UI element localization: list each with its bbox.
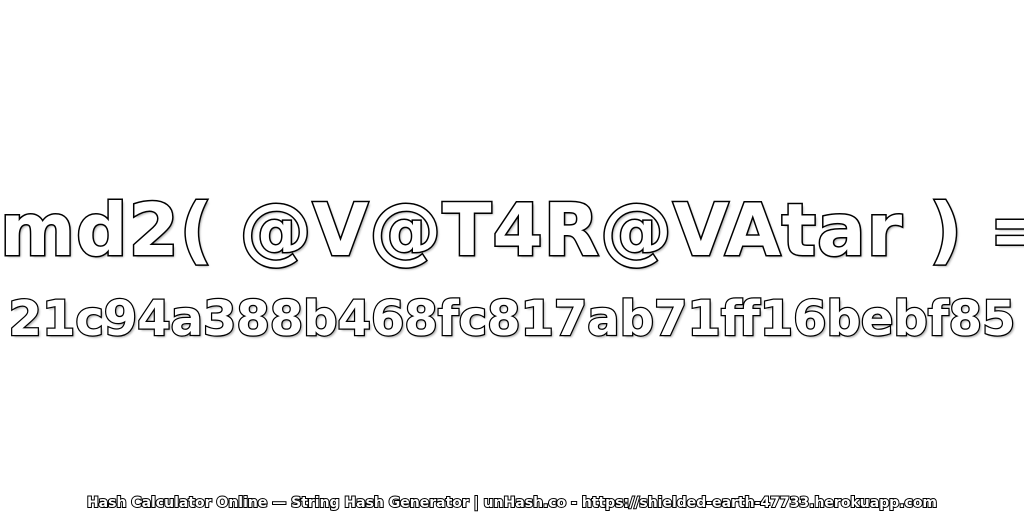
hash-result: 21c94a388b468fc817ab71ff16bebf85	[7, 290, 1016, 349]
site-footer-caption: Hash Calculator Online — String Hash Gen…	[86, 494, 938, 512]
hash-expression: md2( @V@T4R@VAtar ) =	[0, 187, 1024, 274]
hash-image-canvas: md2( @V@T4R@VAtar ) = 21c94a388b468fc817…	[0, 0, 1024, 512]
